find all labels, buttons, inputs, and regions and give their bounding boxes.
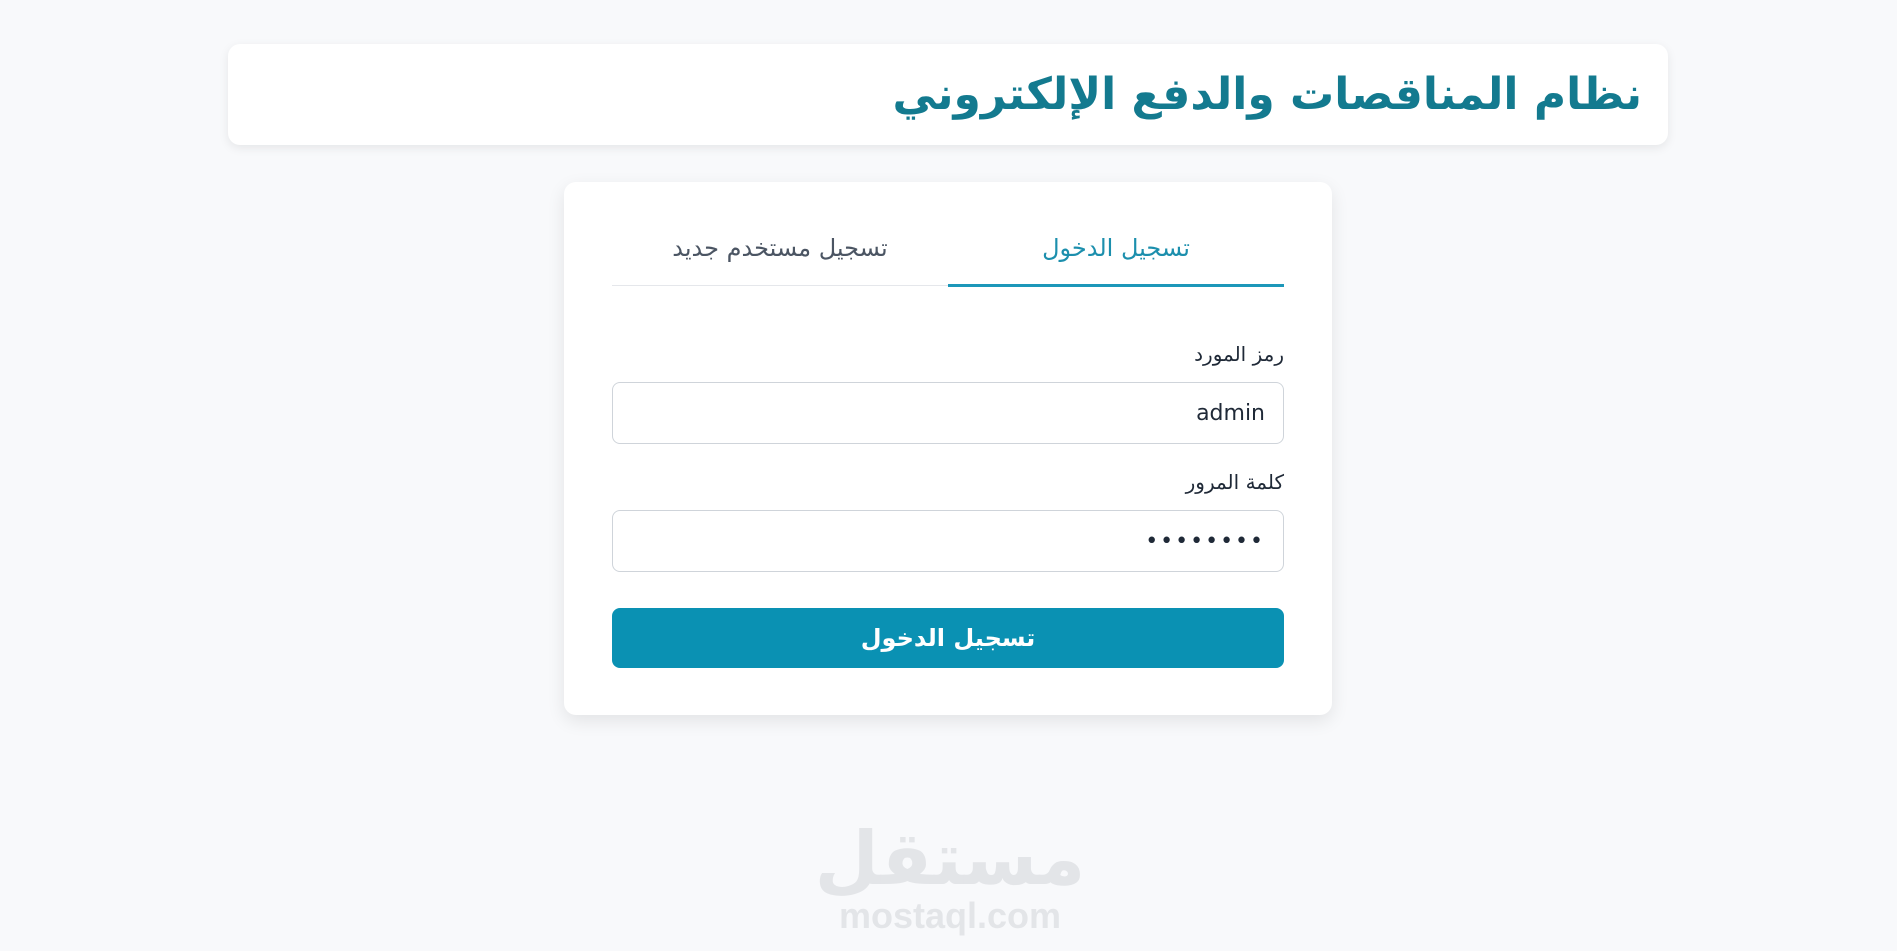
tab-login[interactable]: تسجيل الدخول xyxy=(948,234,1284,287)
mostaql-watermark: مستقل mostaql.com xyxy=(815,822,1086,936)
login-card: تسجيل الدخول تسجيل مستخدم جديد رمز المور… xyxy=(564,182,1332,715)
watermark-latin: mostaql.com xyxy=(838,895,1062,936)
tab-register[interactable]: تسجيل مستخدم جديد xyxy=(612,234,948,286)
supplier-code-label: رمز المورد xyxy=(1194,342,1284,366)
password-label: كلمة المرور xyxy=(1185,470,1284,494)
watermark-arabic: مستقل xyxy=(814,816,1086,902)
supplier-code-input[interactable] xyxy=(612,382,1284,444)
login-button[interactable]: تسجيل الدخول xyxy=(612,608,1284,668)
header-card: نظام المناقصات والدفع الإلكتروني xyxy=(228,44,1668,145)
page-title: نظام المناقصات والدفع الإلكتروني xyxy=(892,68,1642,120)
auth-tabs: تسجيل الدخول تسجيل مستخدم جديد xyxy=(612,234,1284,287)
password-input[interactable] xyxy=(612,510,1284,572)
